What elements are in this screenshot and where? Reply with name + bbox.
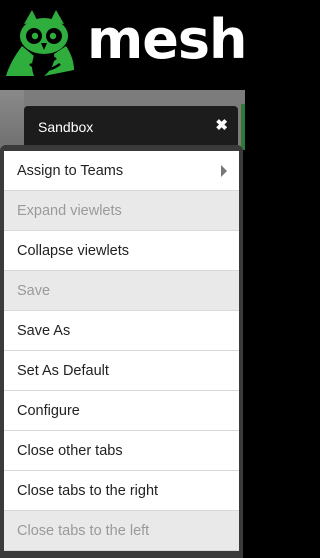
tab-title: Sandbox: [38, 119, 94, 135]
menu-item-label: Close other tabs: [17, 442, 123, 459]
menu-item-label: Assign to Teams: [17, 162, 124, 179]
menu-item-close-tabs-left: Close tabs to the left: [4, 511, 239, 551]
menu-item-label: Save As: [17, 322, 71, 339]
menu-item-label: Configure: [17, 402, 80, 419]
menu-item-label: Close tabs to the left: [17, 522, 150, 539]
menu-item-label: Collapse viewlets: [17, 242, 130, 259]
menu-item-configure[interactable]: Configure: [4, 391, 239, 431]
owl-logo-icon: [6, 10, 74, 76]
app-header: mesh: [0, 0, 247, 90]
tab-strip-background: [0, 90, 24, 150]
tab-strip: Sandbox ✖: [0, 90, 245, 150]
menu-item-label: Expand viewlets: [17, 202, 122, 219]
menu-item-set-as-default[interactable]: Set As Default: [4, 351, 239, 391]
menu-item-close-tabs-right[interactable]: Close tabs to the right: [4, 471, 239, 511]
menu-item-close-other-tabs[interactable]: Close other tabs: [4, 431, 239, 471]
close-icon[interactable]: ✖: [215, 116, 228, 134]
tab-sandbox[interactable]: Sandbox ✖: [24, 106, 238, 150]
menu-item-label: Save: [17, 282, 51, 299]
tab-context-menu: Assign to Teams Expand viewlets Collapse…: [0, 145, 243, 558]
menu-item-save-as[interactable]: Save As: [4, 311, 239, 351]
next-tab-edge: [241, 104, 245, 150]
menu-item-expand-viewlets: Expand viewlets: [4, 191, 239, 231]
menu-item-label: Close tabs to the right: [17, 482, 159, 499]
submenu-arrow-icon: [221, 165, 227, 177]
menu-item-label: Set As Default: [17, 362, 109, 379]
menu-item-save: Save: [4, 271, 239, 311]
logo-wordmark: mesh: [87, 8, 247, 71]
context-menu-list: Assign to Teams Expand viewlets Collapse…: [4, 151, 239, 551]
menu-item-collapse-viewlets[interactable]: Collapse viewlets: [4, 231, 239, 271]
menu-item-assign-to-teams[interactable]: Assign to Teams: [4, 151, 239, 191]
